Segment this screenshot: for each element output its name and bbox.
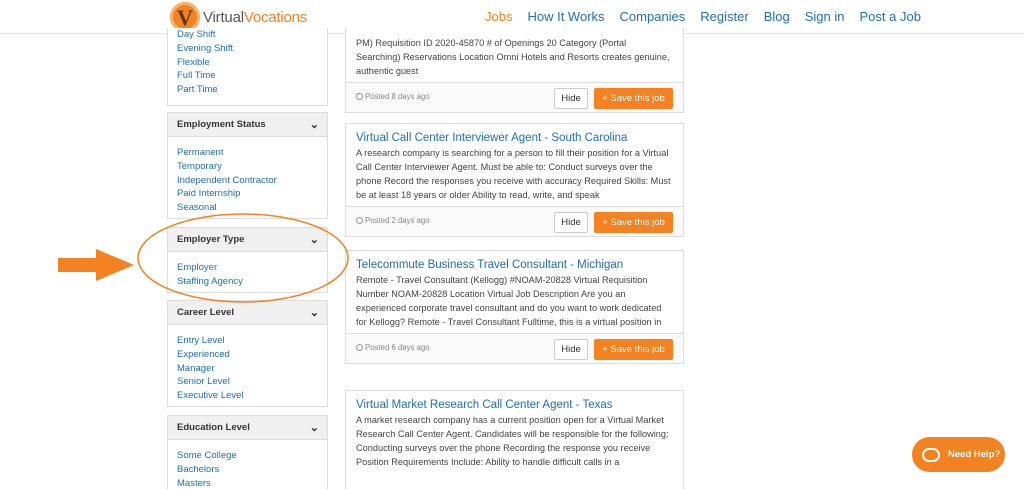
filter-item[interactable]: Paid Internship <box>177 187 327 201</box>
filter-item[interactable]: Senior Level <box>177 375 327 389</box>
job-title-link[interactable]: Telecommute Business Travel Consultant -… <box>346 251 683 273</box>
filter-item[interactable]: Some College <box>177 449 327 463</box>
filter-item[interactable]: Flexible <box>177 56 327 70</box>
posted-date: Posted 2 days ago <box>356 216 430 225</box>
job-card: Virtual Market Research Call Center Agen… <box>345 390 684 489</box>
job-footer: Posted 6 days ago Hide + Save this job <box>346 333 683 363</box>
filter-item[interactable]: Entry Level <box>177 334 327 348</box>
save-job-button[interactable]: + Save this job <box>594 212 673 233</box>
filter-header[interactable]: Employment Status ⌄ <box>168 113 327 137</box>
logo-text: VirtualVocations <box>203 8 308 26</box>
job-footer: Posted 8 days ago Hide + Save this job <box>346 82 683 112</box>
filter-header[interactable]: Career Level ⌄ <box>168 301 327 325</box>
nav-blog[interactable]: Blog <box>764 0 790 34</box>
filter-item[interactable]: Evening Shift <box>177 42 327 56</box>
save-job-button[interactable]: + Save this job <box>594 88 673 109</box>
clock-icon <box>356 93 363 100</box>
need-help-label: Need Help? <box>948 449 1001 460</box>
filter-item[interactable]: Full Time <box>177 69 327 83</box>
annotation-arrow-icon <box>58 249 134 281</box>
filter-education-level: Education Level ⌄ Some College Bachelors… <box>167 415 328 489</box>
filter-item[interactable]: Independent Contractor <box>177 174 327 188</box>
filter-item[interactable]: Part Time <box>177 83 327 97</box>
filter-item[interactable]: Executive Level <box>177 389 327 403</box>
need-help-button[interactable]: Need Help? <box>912 437 1005 472</box>
hide-button[interactable]: Hide <box>554 88 588 109</box>
nav-sign-in[interactable]: Sign in <box>805 0 845 34</box>
job-card: Virtual Call Center Interviewer Agent - … <box>345 123 684 237</box>
filter-item[interactable]: Permanent <box>177 146 327 160</box>
hide-button[interactable]: Hide <box>554 339 588 360</box>
job-title-link[interactable]: Virtual Market Research Call Center Agen… <box>346 391 683 413</box>
job-title-link[interactable]: Virtual Call Center Interviewer Agent - … <box>346 124 683 146</box>
filter-employment-status: Employment Status ⌄ Permanent Temporary … <box>167 112 328 219</box>
filter-career-level: Career Level ⌄ Entry Level Experienced M… <box>167 300 328 407</box>
job-card: PM) Requisition ID 2020-45870 # of Openi… <box>345 28 684 113</box>
filter-header[interactable]: Education Level ⌄ <box>168 416 327 440</box>
chevron-down-icon[interactable]: ⌄ <box>310 113 319 137</box>
hide-button[interactable]: Hide <box>554 212 588 233</box>
chat-bubble-icon <box>922 447 940 462</box>
job-description: Remote - Travel Consultant (Kellogg) #NO… <box>356 275 662 327</box>
job-description: PM) Requisition ID 2020-45870 # of Openi… <box>356 38 670 76</box>
filter-schedule: Day Shift Evening Shift Flexible Full Ti… <box>167 28 328 106</box>
posted-date: Posted 8 days ago <box>356 92 430 101</box>
chevron-down-icon[interactable]: ⌄ <box>310 416 319 440</box>
filter-item[interactable]: Temporary <box>177 160 327 174</box>
annotation-highlight-ellipse <box>137 213 349 303</box>
chevron-down-icon[interactable]: ⌄ <box>310 301 319 325</box>
filter-item[interactable]: Masters <box>177 477 327 489</box>
job-description: A market research company has a current … <box>356 415 669 467</box>
filter-item[interactable]: Experienced <box>177 348 327 362</box>
posted-date: Posted 6 days ago <box>356 343 430 352</box>
filter-item[interactable]: Day Shift <box>177 28 327 42</box>
clock-icon <box>356 344 363 351</box>
nav-register[interactable]: Register <box>700 0 748 34</box>
job-card: Telecommute Business Travel Consultant -… <box>345 250 684 364</box>
filter-item[interactable]: Bachelors <box>177 463 327 477</box>
nav-post-a-job[interactable]: Post a Job <box>860 0 921 34</box>
save-job-button[interactable]: + Save this job <box>594 339 673 360</box>
filter-item[interactable]: Manager <box>177 362 327 376</box>
job-description: A research company is searching for a pe… <box>356 148 671 200</box>
clock-icon <box>356 217 363 224</box>
job-footer: Posted 2 days ago Hide + Save this job <box>346 206 683 236</box>
